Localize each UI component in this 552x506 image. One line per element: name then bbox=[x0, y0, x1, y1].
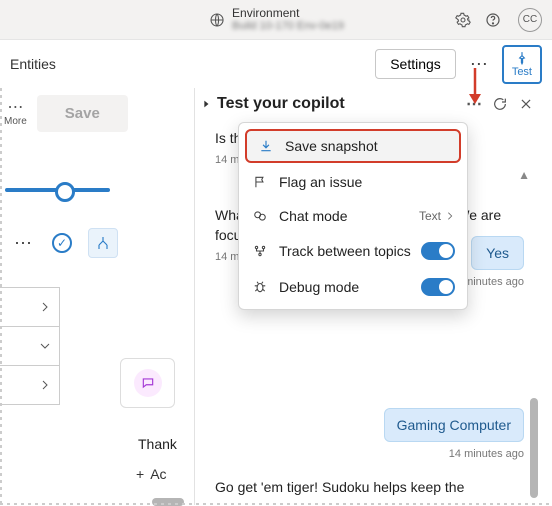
menu-item-label: Debug mode bbox=[279, 279, 359, 295]
timeline-track bbox=[5, 188, 110, 192]
test-button-label: Test bbox=[512, 66, 532, 78]
chevron-right-icon bbox=[445, 211, 455, 221]
environment-value: Build 10-170 Env-0e19 bbox=[232, 20, 344, 32]
chevron-down-icon bbox=[39, 340, 51, 352]
test-panel-title: Test your copilot bbox=[217, 95, 345, 113]
pin-icon bbox=[515, 51, 529, 65]
menu-item-flag-issue[interactable]: Flag an issue bbox=[239, 165, 467, 199]
download-icon bbox=[257, 139, 275, 153]
branch-icon[interactable] bbox=[88, 228, 118, 258]
menu-item-label: Save snapshot bbox=[285, 138, 378, 154]
save-button[interactable]: Save bbox=[37, 95, 128, 132]
chat-icon bbox=[251, 209, 269, 223]
user-chip[interactable]: Gaming Computer bbox=[384, 408, 524, 442]
gear-icon[interactable] bbox=[454, 11, 472, 29]
vertical-scrollbar[interactable] bbox=[530, 398, 538, 498]
track-icon bbox=[251, 244, 269, 258]
message-node[interactable] bbox=[120, 358, 175, 408]
add-node-label: Ac bbox=[150, 466, 166, 482]
overflow-button[interactable]: ⋯ bbox=[466, 54, 492, 75]
refresh-icon[interactable] bbox=[490, 94, 510, 114]
help-icon[interactable] bbox=[484, 11, 502, 29]
menu-item-label: Chat mode bbox=[279, 208, 347, 224]
node-overflow-button[interactable]: ⋯ bbox=[10, 233, 36, 254]
settings-button[interactable]: Settings bbox=[375, 49, 456, 79]
caret-right-icon bbox=[201, 99, 211, 109]
ellipsis-icon: ⋯ bbox=[7, 100, 23, 116]
condition-row[interactable] bbox=[0, 287, 60, 327]
chat-bubble-icon bbox=[134, 369, 162, 397]
flag-icon bbox=[251, 175, 269, 189]
condition-group bbox=[0, 288, 60, 405]
page-subheader: Entities Settings ⋯ Test bbox=[0, 40, 552, 88]
menu-item-track-topics[interactable]: Track between topics bbox=[239, 233, 467, 269]
plus-icon: + bbox=[136, 466, 144, 482]
environment-label: Environment bbox=[232, 7, 299, 20]
scroll-up-icon[interactable]: ▲ bbox=[518, 168, 530, 182]
menu-item-label: Flag an issue bbox=[279, 174, 362, 190]
environment-icon bbox=[208, 11, 226, 29]
bot-message: Go get 'em tiger! Sudoku helps keep the … bbox=[215, 478, 498, 501]
canvas-more-label: More bbox=[4, 116, 27, 127]
panel-overflow-button[interactable]: ⋯ bbox=[464, 94, 484, 114]
node-label: Thank bbox=[138, 436, 177, 452]
chevron-right-icon bbox=[39, 301, 51, 313]
torn-edge-decoration bbox=[0, 88, 2, 505]
canvas-more-button[interactable]: ⋯ More bbox=[4, 100, 27, 127]
environment-selector[interactable]: Environment Build 10-170 Env-0e19 bbox=[208, 7, 344, 32]
user-chip[interactable]: Yes bbox=[471, 236, 524, 270]
avatar[interactable]: CC bbox=[518, 8, 542, 32]
condition-row[interactable] bbox=[0, 365, 60, 405]
add-node-button[interactable]: + Ac bbox=[136, 466, 167, 482]
app-topbar: Environment Build 10-170 Env-0e19 CC bbox=[0, 0, 552, 40]
menu-item-label: Track between topics bbox=[279, 243, 411, 259]
menu-item-chat-mode[interactable]: Chat mode Text bbox=[239, 199, 467, 233]
bug-icon bbox=[251, 280, 269, 294]
breadcrumb[interactable]: Entities bbox=[10, 56, 56, 72]
chevron-right-icon bbox=[39, 379, 51, 391]
close-icon[interactable] bbox=[516, 94, 536, 114]
condition-row[interactable] bbox=[0, 326, 60, 366]
chat-mode-value: Text bbox=[419, 209, 441, 223]
timestamp: 14 minutes ago bbox=[449, 448, 524, 460]
menu-item-save-snapshot[interactable]: Save snapshot bbox=[245, 129, 461, 163]
menu-item-debug-mode[interactable]: Debug mode bbox=[239, 269, 467, 305]
toggle-on[interactable] bbox=[421, 278, 455, 296]
authoring-canvas: ⋯ More Save ⋯ ✓ Thank + Ac bbox=[0, 88, 195, 505]
toggle-on[interactable] bbox=[421, 242, 455, 260]
checkmark-icon: ✓ bbox=[52, 233, 72, 253]
test-button[interactable]: Test bbox=[502, 45, 542, 84]
panel-overflow-menu: Save snapshot Flag an issue Chat mode Te… bbox=[238, 122, 468, 310]
